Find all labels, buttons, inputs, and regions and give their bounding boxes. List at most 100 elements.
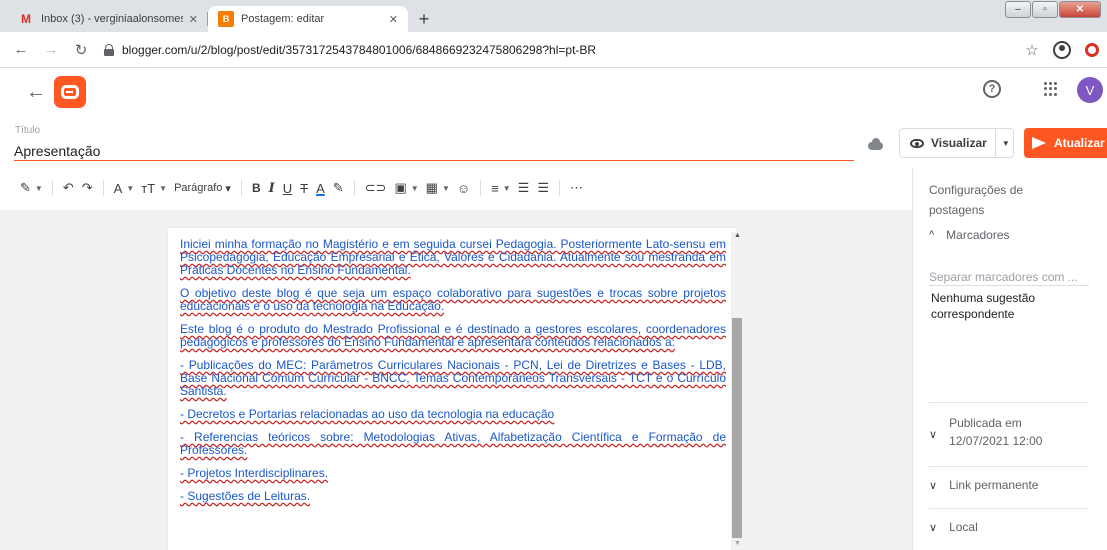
apps-grid-icon[interactable] bbox=[1044, 82, 1058, 96]
settings-title: Configurações de postagens bbox=[929, 183, 1024, 217]
undo-icon[interactable]: ↶ bbox=[59, 176, 78, 200]
location-section-header[interactable]: ∨ Local bbox=[929, 520, 978, 534]
extension-button[interactable] bbox=[1081, 39, 1103, 61]
preview-button[interactable]: Visualizar ▼ bbox=[899, 128, 1014, 158]
pen-mode-dropdown-icon[interactable]: ▼ bbox=[32, 176, 46, 200]
toolbar-separator bbox=[102, 180, 104, 196]
numbered-list-icon[interactable]: ☰ bbox=[514, 176, 534, 200]
chevron-up-icon: ^ bbox=[929, 229, 935, 241]
more-options-icon[interactable]: ⋯ bbox=[566, 176, 587, 200]
font-size-dropdown-icon[interactable]: ▼ bbox=[156, 176, 170, 200]
tab-inbox[interactable]: M Inbox (3) - verginiaalonsomestra ✕ bbox=[8, 6, 208, 32]
content-paragraph[interactable]: Este blog é o produto do Mestrado Profis… bbox=[180, 323, 726, 349]
published-section-header[interactable]: ∨ Publicada em 12/07/2021 12:00 bbox=[929, 414, 1042, 450]
location-label: Local bbox=[949, 520, 978, 534]
update-button[interactable]: Atualizar bbox=[1024, 128, 1107, 158]
content-paragraph[interactable]: - Sugestões de Leituras. bbox=[180, 490, 726, 503]
redo-icon[interactable]: ↷ bbox=[78, 176, 97, 200]
tab-title: Postagem: editar bbox=[241, 13, 325, 25]
preview-dropdown-icon[interactable]: ▼ bbox=[1002, 139, 1010, 148]
bulleted-list-icon[interactable]: ☰ bbox=[533, 176, 553, 200]
opera-extension-icon bbox=[1085, 43, 1099, 57]
blogger-icon: B bbox=[218, 11, 234, 27]
minimize-button[interactable]: – bbox=[1005, 1, 1031, 18]
labels-input[interactable] bbox=[929, 268, 1089, 286]
content-paragraph[interactable]: - Projetos Interdisciplinares. bbox=[180, 467, 726, 480]
permalink-section-header[interactable]: ∨ Link permanente bbox=[929, 478, 1038, 492]
maximize-button[interactable]: ▫ bbox=[1032, 1, 1058, 18]
toolbar-separator bbox=[480, 180, 482, 196]
italic-icon[interactable]: I bbox=[265, 176, 279, 200]
blogger-header: ← ? V bbox=[0, 68, 1107, 118]
image-dropdown-icon[interactable]: ▼ bbox=[408, 176, 422, 200]
post-title-input[interactable] bbox=[14, 141, 854, 161]
tab-close-icon[interactable]: ✕ bbox=[389, 13, 398, 26]
video-dropdown-icon[interactable]: ▼ bbox=[439, 176, 453, 200]
back-button[interactable]: ← bbox=[8, 37, 34, 63]
reload-button[interactable]: ↻ bbox=[68, 37, 94, 63]
post-content[interactable]: Iniciei minha formação no Magistério e e… bbox=[180, 238, 726, 513]
profile-icon bbox=[1053, 41, 1071, 59]
permalink-label: Link permanente bbox=[949, 478, 1039, 492]
update-label: Atualizar bbox=[1054, 136, 1105, 150]
editor-page[interactable]: Iniciei minha formação no Magistério e e… bbox=[168, 228, 736, 550]
chevron-down-icon: ∨ bbox=[929, 521, 938, 534]
tab-title: Inbox (3) - verginiaalonsomestra bbox=[41, 13, 183, 25]
post-settings-panel: Configurações de postagens ^ Marcadores … bbox=[912, 168, 1107, 550]
paragraph-select[interactable]: Parágrafo ▾ bbox=[170, 176, 235, 200]
window-controls: – ▫ ✕ bbox=[1005, 1, 1101, 18]
avatar[interactable]: V bbox=[1077, 77, 1103, 103]
blogger-logo[interactable] bbox=[54, 76, 86, 108]
underline-icon[interactable]: U bbox=[279, 176, 296, 200]
eye-icon bbox=[910, 138, 924, 148]
align-dropdown-icon[interactable]: ▼ bbox=[500, 176, 514, 200]
url-text[interactable]: blogger.com/u/2/blog/post/edit/357317254… bbox=[122, 43, 596, 57]
content-paragraph[interactable]: O objetivo deste blog é que seja um espa… bbox=[180, 287, 726, 313]
published-date: 12/07/2021 12:00 bbox=[949, 434, 1043, 448]
preview-label: Visualizar bbox=[931, 136, 987, 150]
scroll-down-arrow-icon[interactable]: ▼ bbox=[734, 540, 741, 547]
strikethrough-icon[interactable]: T bbox=[296, 176, 312, 200]
close-window-button[interactable]: ✕ bbox=[1059, 1, 1101, 18]
profile-button[interactable] bbox=[1051, 39, 1073, 61]
labels-section-label: Marcadores bbox=[946, 228, 1010, 242]
content-paragraph[interactable]: - Decretos e Portarias relacionadas ao u… bbox=[180, 408, 726, 421]
browser-tab-strip: M Inbox (3) - verginiaalonsomestra ✕ B P… bbox=[0, 0, 1107, 32]
content-paragraph[interactable]: Iniciei minha formação no Magistério e e… bbox=[180, 238, 726, 277]
forward-button[interactable]: → bbox=[38, 37, 64, 63]
labels-section-header[interactable]: ^ Marcadores bbox=[929, 228, 1010, 242]
lock-icon[interactable] bbox=[104, 43, 114, 56]
back-arrow-icon[interactable]: ← bbox=[26, 81, 46, 104]
toolbar-separator bbox=[51, 180, 53, 196]
section-divider bbox=[929, 402, 1089, 403]
send-icon bbox=[1032, 137, 1046, 149]
scroll-up-arrow-icon[interactable]: ▲ bbox=[734, 232, 741, 239]
highlight-icon[interactable]: ✎ bbox=[329, 176, 348, 200]
emoji-icon[interactable]: ☺ bbox=[453, 176, 474, 200]
cloud-saved-icon bbox=[866, 138, 884, 150]
chevron-down-icon: ∨ bbox=[929, 479, 938, 492]
scrollbar-thumb[interactable] bbox=[732, 318, 742, 538]
bold-icon[interactable]: B bbox=[248, 176, 265, 200]
font-dropdown-icon[interactable]: ▼ bbox=[123, 176, 137, 200]
blogger-logo-icon bbox=[61, 85, 79, 99]
help-icon[interactable]: ? bbox=[983, 80, 1001, 98]
content-paragraph[interactable]: - Publicações do MEC: Parâmetros Curricu… bbox=[180, 359, 726, 398]
browser-toolbar: ← → ↻ blogger.com/u/2/blog/post/edit/357… bbox=[0, 32, 1107, 68]
address-bar[interactable]: blogger.com/u/2/blog/post/edit/357317254… bbox=[104, 36, 1084, 64]
tab-close-icon[interactable]: ✕ bbox=[189, 13, 198, 26]
section-divider bbox=[929, 466, 1089, 467]
toolbar-separator bbox=[353, 180, 355, 196]
section-divider bbox=[929, 508, 1089, 509]
paragraph-label: Parágrafo bbox=[174, 182, 223, 194]
bookmark-star-icon[interactable]: ☆ bbox=[1021, 39, 1043, 61]
no-suggestion-text: Nenhuma sugestão correspondente bbox=[931, 291, 1036, 321]
link-icon[interactable]: ⊂⊃ bbox=[361, 176, 391, 200]
preview-divider bbox=[994, 128, 996, 158]
content-paragraph[interactable]: - Referencias teóricos sobre: Metodologi… bbox=[180, 431, 726, 457]
published-label: Publicada em bbox=[949, 416, 1022, 430]
toolbar-separator bbox=[240, 180, 242, 196]
tab-post-editor[interactable]: B Postagem: editar ✕ bbox=[208, 6, 408, 32]
new-tab-button[interactable]: + bbox=[412, 7, 436, 31]
text-color-icon[interactable]: A bbox=[312, 176, 329, 200]
